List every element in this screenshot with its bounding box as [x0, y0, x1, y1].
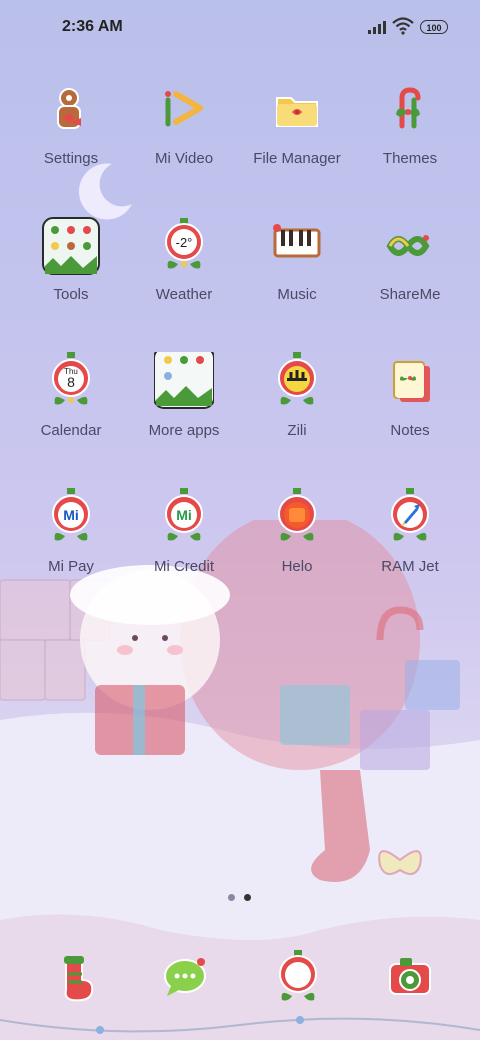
app-label: Tools [53, 286, 89, 303]
infinity-icon [386, 235, 430, 256]
app-mi-credit[interactable]: Mi Mi Credit [127, 488, 241, 598]
app-weather[interactable]: -2° Weather [127, 216, 241, 326]
app-label: Mi Credit [153, 558, 214, 575]
mi-pay-badge: Mi [63, 507, 79, 523]
tools-folder-icon [42, 217, 100, 275]
app-label: RAM Jet [381, 558, 439, 575]
app-label: Settings [43, 150, 99, 167]
app-label: Mi Video [154, 150, 214, 167]
app-music[interactable]: Music [240, 216, 354, 326]
weather-temp: -2° [176, 235, 193, 250]
app-label: File Manager [253, 150, 341, 167]
app-label: Notes [390, 422, 430, 439]
app-zili[interactable]: Zili [240, 352, 354, 462]
app-notes[interactable]: Notes [353, 352, 467, 462]
app-label: ShareMe [379, 286, 441, 303]
folder-icon [276, 97, 318, 127]
helo-ornament-icon [278, 488, 316, 541]
app-label: More apps [148, 422, 220, 439]
app-more-apps[interactable]: More apps [127, 352, 241, 462]
app-helo[interactable]: Helo [240, 488, 354, 598]
more-apps-folder-icon [154, 352, 214, 409]
app-label: Helo [281, 558, 313, 575]
zili-ornament-icon [278, 352, 316, 405]
app-label: Calendar [40, 422, 102, 439]
app-shareme[interactable]: ShareMe [353, 216, 467, 326]
camera-icon[interactable] [382, 950, 438, 1006]
app-settings[interactable]: Settings [14, 80, 128, 190]
wifi-icon [392, 17, 414, 35]
app-label: Themes [382, 150, 438, 167]
app-label: Weather [155, 286, 213, 303]
app-mi-video[interactable]: Mi Video [127, 80, 241, 190]
app-label: Mi Pay [48, 558, 94, 575]
app-calendar[interactable]: Thu 8 Calendar [14, 352, 128, 462]
mi-credit-ornament-icon: Mi [165, 488, 203, 541]
page-dot-active[interactable] [244, 894, 251, 901]
page-indicator[interactable] [228, 894, 251, 901]
battery-icon: 100 [420, 20, 448, 34]
messages-bubble-icon[interactable] [157, 950, 213, 1006]
weather-ornament-icon: -2° [165, 218, 203, 269]
calendar-date: 8 [67, 374, 75, 390]
browser-ornament-icon[interactable] [270, 950, 326, 1006]
mi-credit-badge: Mi [176, 507, 192, 523]
notes-icon [393, 361, 430, 402]
mi-pay-ornament-icon: Mi [52, 488, 90, 541]
app-mi-pay[interactable]: Mi Mi Pay [14, 488, 128, 598]
app-label: Zili [287, 422, 307, 439]
page-dot[interactable] [228, 894, 235, 901]
app-label: Music [277, 286, 317, 303]
candy-cane-bow-icon [396, 87, 421, 129]
piano-icon [273, 224, 321, 258]
app-file-manager[interactable]: File Manager [240, 80, 354, 190]
app-ram-jet[interactable]: RAM Jet [353, 488, 467, 598]
app-themes[interactable]: Themes [353, 80, 467, 190]
app-tools[interactable]: Tools [14, 216, 128, 326]
status-bar: 2:36 AM 100 [0, 0, 480, 56]
signal-icon [368, 20, 386, 34]
play-icon [165, 91, 203, 127]
phone-stocking-icon[interactable] [48, 950, 104, 1006]
status-time: 2:36 AM [62, 18, 123, 35]
rocket-ornament-icon [391, 488, 429, 541]
calendar-ornament-icon: Thu 8 [52, 352, 90, 405]
gingerbread-gear-icon [57, 88, 81, 129]
